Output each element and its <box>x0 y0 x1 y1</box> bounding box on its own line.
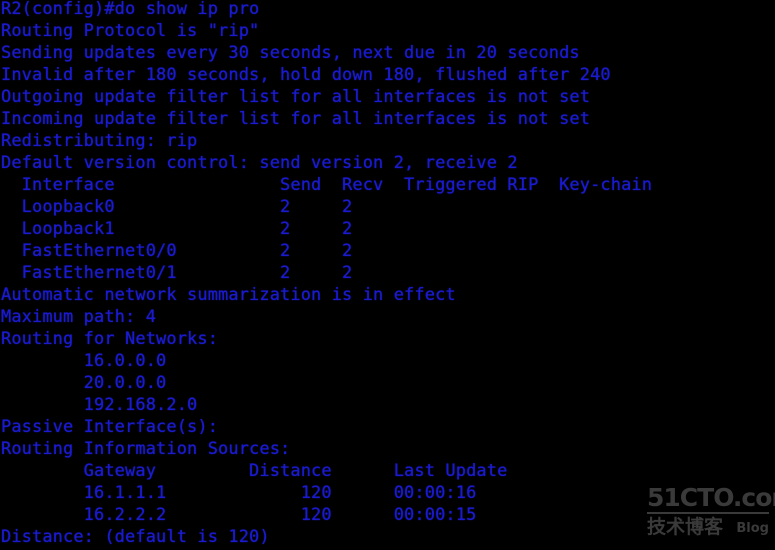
interfaces-table-row: FastEthernet0/1 2 2 <box>1 263 353 283</box>
interfaces-table-row: Loopback1 2 2 <box>1 219 353 239</box>
network-item: 20.0.0.0 <box>1 373 167 393</box>
terminal-output: R2(config)#do show ip pro Routing Protoc… <box>0 0 775 548</box>
distance-line: Distance: (default is 120) <box>1 527 270 547</box>
network-item: 16.0.0.0 <box>1 351 167 371</box>
terminal-line: Sending updates every 30 seconds, next d… <box>1 43 580 63</box>
terminal-line: R2(config)#do show ip pro <box>1 0 260 19</box>
routing-sources-header: Gateway Distance Last Update <box>1 461 508 481</box>
terminal-window[interactable]: R2(config)#do show ip pro Routing Protoc… <box>0 0 775 550</box>
interfaces-table-row: FastEthernet0/0 2 2 <box>1 241 353 261</box>
terminal-line: Outgoing update filter list for all inte… <box>1 87 591 107</box>
networks-label: Routing for Networks: <box>1 329 219 349</box>
interfaces-table-header: Interface Send Recv Triggered RIP Key-ch… <box>1 175 653 195</box>
routing-sources-row: 16.1.1.1 120 00:00:16 <box>1 483 477 503</box>
routing-sources-row: 16.2.2.2 120 00:00:15 <box>1 505 477 525</box>
terminal-line: Invalid after 180 seconds, hold down 180… <box>1 65 611 85</box>
terminal-line: Redistributing: rip <box>1 131 198 151</box>
routing-sources-label: Routing Information Sources: <box>1 439 291 459</box>
terminal-line: Default version control: send version 2,… <box>1 153 518 173</box>
interfaces-table-row: Loopback0 2 2 <box>1 197 353 217</box>
terminal-line: Maximum path: 4 <box>1 307 157 327</box>
terminal-line: Automatic network summarization is in ef… <box>1 285 456 305</box>
network-item: 192.168.2.0 <box>1 395 198 415</box>
passive-interfaces-label: Passive Interface(s): <box>1 417 219 437</box>
terminal-line: Routing Protocol is "rip" <box>1 21 260 41</box>
terminal-line: Incoming update filter list for all inte… <box>1 109 591 129</box>
